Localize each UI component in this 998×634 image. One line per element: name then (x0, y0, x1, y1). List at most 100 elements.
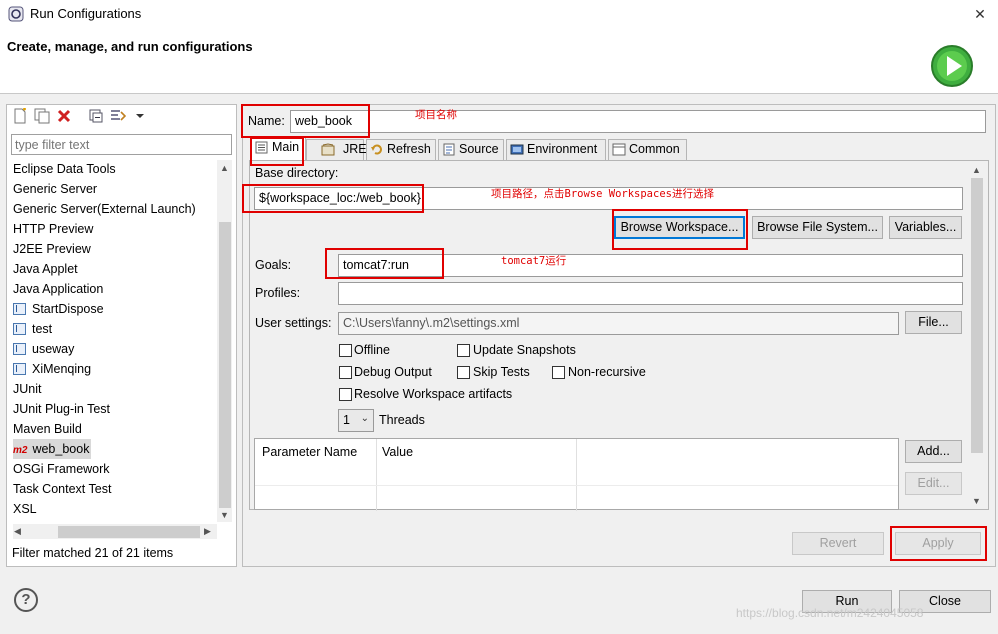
filter-icon[interactable] (110, 108, 126, 124)
apply-button[interactable]: Apply (895, 532, 981, 555)
environment-icon (510, 144, 524, 155)
resolve-workspace-checkbox[interactable] (339, 388, 352, 401)
tree-item-label: StartDispose (32, 302, 104, 316)
tab-common[interactable]: Common (608, 139, 687, 160)
tree-item[interactable]: Generic Server(External Launch) (13, 199, 196, 219)
main-tab-icon (255, 141, 268, 154)
tree-item-label: OSGi Framework (13, 462, 110, 476)
run-banner-icon (931, 45, 973, 87)
scroll-right-arrow-icon[interactable]: ▶ (204, 526, 211, 537)
chevron-down-icon: ⌄ (360, 413, 369, 424)
editor-vertical-scroll-thumb[interactable] (971, 178, 983, 453)
parameter-name-header[interactable]: Parameter Name (262, 445, 357, 459)
tree-item[interactable]: useway (13, 339, 74, 359)
tree-item-label: HTTP Preview (13, 222, 94, 236)
chevron-down-icon[interactable] (132, 108, 148, 124)
tree-item-label: web_book (32, 442, 90, 456)
tab-main-label: Main (272, 140, 300, 154)
tree-item[interactable]: test (13, 319, 52, 339)
tree-item[interactable]: J2EE Preview (13, 239, 91, 259)
offline-checkbox[interactable] (339, 344, 352, 357)
value-column-header[interactable]: Value (382, 445, 413, 459)
tree-item-label: Task Context Test (13, 482, 112, 496)
scroll-down-arrow-icon[interactable]: ▼ (220, 510, 229, 520)
tree-item[interactable]: Maven Build (13, 419, 82, 439)
java-config-icon (13, 363, 26, 375)
tree-item[interactable]: Task Context Test (13, 479, 111, 499)
run-config-app-icon (8, 6, 24, 22)
scroll-up-arrow-icon[interactable]: ▲ (220, 163, 229, 173)
help-icon[interactable]: ? (14, 588, 38, 612)
tree-item[interactable]: JUnit (13, 379, 41, 399)
threads-select[interactable]: 1 ⌄ (338, 409, 374, 432)
jre-icon (321, 143, 335, 156)
tree-vertical-scroll-thumb[interactable] (219, 222, 231, 508)
delete-icon[interactable] (56, 108, 72, 124)
tree-item-label: useway (32, 342, 75, 356)
tree-item-label: Java Applet (13, 262, 78, 276)
add-parameter-button[interactable]: Add... (905, 440, 962, 463)
tab-refresh[interactable]: Refresh (366, 139, 436, 160)
tab-common-label: Common (629, 142, 680, 156)
tab-refresh-label: Refresh (387, 142, 431, 156)
tree-horizontal-scroll-thumb[interactable] (58, 526, 200, 538)
tree-item[interactable]: StartDispose (13, 299, 104, 319)
user-settings-field[interactable]: C:\Users\fanny\.m2\settings.xml (338, 312, 899, 335)
debug-output-checkbox[interactable] (339, 366, 352, 379)
skip-tests-checkbox[interactable] (457, 366, 470, 379)
tab-main[interactable]: Main (251, 137, 306, 160)
tree-item-label: test (32, 322, 53, 336)
tree-item[interactable]: XiMenqing (13, 359, 91, 379)
filter-input[interactable] (11, 134, 232, 155)
profiles-label: Profiles: (255, 286, 301, 300)
tree-item[interactable]: Java Applet (13, 259, 78, 279)
java-config-icon (13, 343, 26, 355)
skip-tests-label: Skip Tests (473, 365, 530, 379)
tree-item-label: Java Application (13, 282, 104, 296)
tree-item-label: XiMenqing (32, 362, 92, 376)
config-name-field[interactable]: web_book (290, 110, 986, 133)
tree-item[interactable]: JUnit Plug-in Test (13, 399, 110, 419)
variables-button[interactable]: Variables... (889, 216, 962, 239)
browse-workspace-button[interactable]: Browse Workspace... (614, 216, 745, 239)
new-config-icon[interactable] (12, 108, 28, 124)
threads-label: Threads (379, 413, 425, 427)
tab-source[interactable]: Source (438, 139, 504, 160)
tab-environment-label: Environment (527, 142, 598, 156)
scroll-left-arrow-icon[interactable]: ◀ (14, 526, 21, 537)
window-title: Run Configurations (30, 6, 142, 21)
annotation-project-path: 项目路径，点击Browse Workspaces进行选择 (491, 188, 714, 200)
file-button[interactable]: File... (905, 311, 962, 334)
user-settings-label: User settings: (255, 316, 332, 330)
duplicate-icon[interactable] (34, 108, 50, 124)
edit-parameter-button[interactable]: Edit... (905, 472, 962, 495)
profiles-field[interactable] (338, 282, 963, 305)
tree-item-label: Generic Server(External Launch) (13, 202, 196, 216)
editor-scroll-up-arrow-icon[interactable]: ▲ (972, 165, 981, 175)
collapse-all-icon[interactable] (88, 108, 104, 124)
update-snapshots-label: Update Snapshots (473, 343, 576, 357)
tab-environment[interactable]: Environment (506, 139, 606, 160)
goals-field[interactable]: tomcat7:run (338, 254, 963, 277)
tree-item[interactable]: Java Application (13, 279, 103, 299)
tree-item[interactable]: XSL (13, 499, 37, 519)
common-icon (612, 143, 626, 156)
tree-item[interactable]: m2 web_book (13, 439, 92, 459)
tree-item[interactable]: Generic Server (13, 179, 97, 199)
tree-item[interactable]: HTTP Preview (13, 219, 93, 239)
update-snapshots-checkbox[interactable] (457, 344, 470, 357)
parameter-table[interactable]: Parameter Name Value (254, 438, 899, 511)
non-recursive-checkbox[interactable] (552, 366, 565, 379)
resolve-workspace-label: Resolve Workspace artifacts (354, 387, 513, 401)
revert-button[interactable]: Revert (792, 532, 884, 555)
close-window-button[interactable]: ✕ (966, 4, 994, 24)
tree-item-label: Eclipse Data Tools (13, 162, 116, 176)
tree-item-label: Generic Server (13, 182, 98, 196)
editor-scroll-down-arrow-icon[interactable]: ▼ (972, 496, 981, 506)
tree-item[interactable]: OSGi Framework (13, 459, 110, 479)
tab-jre[interactable]: JRE (306, 139, 367, 160)
browse-file-system-button[interactable]: Browse File System... (752, 216, 883, 239)
tree-item[interactable]: Eclipse Data Tools (13, 159, 116, 179)
title-bar (0, 0, 998, 28)
m2-icon: m2 (13, 445, 28, 456)
